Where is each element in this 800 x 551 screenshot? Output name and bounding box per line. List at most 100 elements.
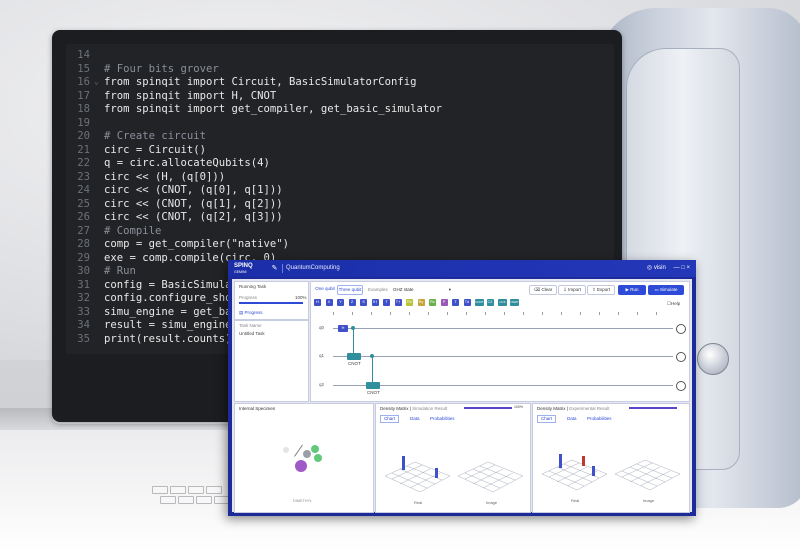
qubit-wire-1[interactable]: [333, 356, 673, 357]
gate-y[interactable]: Y: [337, 299, 344, 306]
line-number: 20: [77, 130, 90, 142]
gate-cnot[interactable]: CNOT: [475, 299, 484, 306]
sim-density-charts[interactable]: Real Image: [380, 426, 526, 506]
line-number: 21: [77, 143, 90, 156]
progress-link[interactable]: ▤ Progress: [239, 310, 263, 316]
qubit-wire-0[interactable]: [333, 328, 673, 329]
gate-rz[interactable]: Rz: [429, 299, 436, 306]
sim-title: Density Matrix | Simulation Result: [380, 406, 448, 411]
gate-x[interactable]: X: [325, 299, 333, 306]
code-text: # Create circuit: [104, 130, 207, 142]
imag-label: Image: [486, 500, 498, 505]
timeline-tick: [409, 312, 410, 315]
timeline-tick: [656, 312, 657, 315]
tab-data[interactable]: Data: [563, 415, 581, 423]
specimen-panel: Internal Specimen DIMETHYL: [234, 403, 374, 513]
line-number: 26: [77, 211, 90, 223]
import-button[interactable]: ⇩ Import: [558, 285, 586, 295]
line-number: 34: [77, 319, 90, 331]
molecule-model[interactable]: [283, 440, 333, 480]
fold-icon[interactable]: ⌄: [94, 75, 99, 89]
code-text: # Run: [104, 265, 136, 277]
exp-subtitle: Experimental Result: [569, 406, 610, 411]
progress-link-label: Progress: [244, 310, 263, 315]
examples-label: Examples: [368, 287, 388, 292]
gate-ry[interactable]: Ry: [417, 299, 425, 306]
run-button[interactable]: ▶ Run: [618, 285, 646, 295]
code-text: from spinqit import get_compiler, get_ba…: [104, 103, 443, 115]
line-number: 30: [77, 265, 90, 277]
line-number: 22: [77, 157, 90, 169]
tab-chart[interactable]: Chart: [380, 415, 400, 423]
line-number: 33: [77, 305, 90, 318]
exp-progress-bar: [629, 407, 677, 409]
examples-select[interactable]: GHZ state ▾: [389, 285, 454, 295]
circuit-editor-panel: One qubit Three qubit Examples GHZ state…: [310, 281, 690, 402]
timeline-tick: [523, 312, 524, 315]
gate-rx[interactable]: Rx: [406, 299, 413, 306]
code-text: print(result.counts) #: [104, 332, 245, 345]
task-panel: Task Name Untitled Task: [234, 320, 309, 402]
cnot-2-gate[interactable]: [366, 382, 380, 389]
sim-title-text: Density Matrix: [380, 406, 409, 411]
measure-gauge-0[interactable]: [676, 324, 686, 334]
cnot-1-gate[interactable]: [347, 353, 361, 360]
specimen-caption: DIMETHYL: [293, 499, 313, 503]
title-bar-right: ◎ visin — □ ×: [647, 264, 690, 271]
measure-gauge-2[interactable]: [676, 381, 686, 391]
user-icon[interactable]: ◎: [647, 265, 652, 271]
h-gate[interactable]: H: [338, 325, 348, 332]
tab-probabilities[interactable]: Probabilities: [426, 415, 459, 423]
mode-one-qubit[interactable]: One qubit: [314, 285, 336, 293]
gate-t[interactable]: T: [452, 299, 459, 306]
real-bar: [402, 456, 405, 470]
cnot-2-link: [372, 356, 373, 385]
export-button[interactable]: ⇧ Export: [587, 285, 615, 295]
atom-grey: [303, 450, 311, 458]
task-name-value[interactable]: Untitled Task: [239, 331, 265, 336]
help-toggle[interactable]: ☐Help: [667, 301, 680, 307]
qubit-label-0: q0: [319, 325, 325, 330]
gate-td[interactable]: Td: [463, 299, 471, 306]
line-number: 31: [77, 278, 90, 291]
clear-button[interactable]: ⌫ Clear: [529, 285, 557, 295]
cnot-2-control[interactable]: [370, 354, 374, 358]
timeline-tick: [371, 312, 372, 315]
timeline-ticks: [333, 312, 675, 315]
cnot-1-control[interactable]: [351, 326, 355, 330]
gate-cswp[interactable]: CSWP: [509, 299, 519, 306]
user-name[interactable]: visin: [654, 265, 666, 271]
gate-z[interactable]: Z: [348, 299, 356, 306]
progress-track: [239, 302, 303, 304]
window-controls[interactable]: — □ ×: [674, 265, 690, 271]
edit-icon[interactable]: ✎: [270, 264, 279, 273]
app-title: QuantumComputing: [286, 265, 340, 271]
sim-subtitle: Simulation Result: [412, 406, 448, 411]
tab-chart[interactable]: Chart: [537, 415, 557, 423]
cnot-1-label: CNOT: [348, 361, 361, 366]
tab-data[interactable]: Data: [406, 415, 424, 423]
gate-s[interactable]: S: [360, 299, 367, 306]
gate-sdag[interactable]: S†: [371, 299, 379, 306]
gate-cz[interactable]: CZ: [486, 299, 494, 306]
power-knob: [697, 343, 729, 375]
line-number: 27: [77, 224, 90, 237]
code-text: comp = get_compiler("native"): [104, 238, 289, 250]
exp-density-charts[interactable]: Real Image: [537, 426, 685, 506]
gate-p[interactable]: P: [440, 299, 448, 306]
gate-t[interactable]: T: [383, 299, 390, 306]
timeline-tick: [447, 312, 448, 315]
gate-h[interactable]: H: [314, 299, 321, 306]
simulate-button[interactable]: ▭ Simulate: [648, 285, 684, 295]
gate-ccx[interactable]: CCX: [498, 299, 507, 306]
mode-three-qubit[interactable]: Three qubit: [337, 285, 363, 295]
help-label: Help: [671, 301, 681, 306]
sim-progress-bar: [464, 407, 512, 409]
code-text: circ << (CNOT, (q[0], q[1])): [104, 184, 283, 196]
measure-gauge-1[interactable]: [676, 352, 686, 362]
tab-probabilities[interactable]: Probabilities: [583, 415, 616, 423]
running-task-label[interactable]: Running Task: [239, 284, 266, 289]
qubit-wire-2[interactable]: [333, 385, 673, 386]
gate-tdag[interactable]: T†: [394, 299, 402, 306]
sim-progress-value: 100%: [514, 405, 523, 409]
